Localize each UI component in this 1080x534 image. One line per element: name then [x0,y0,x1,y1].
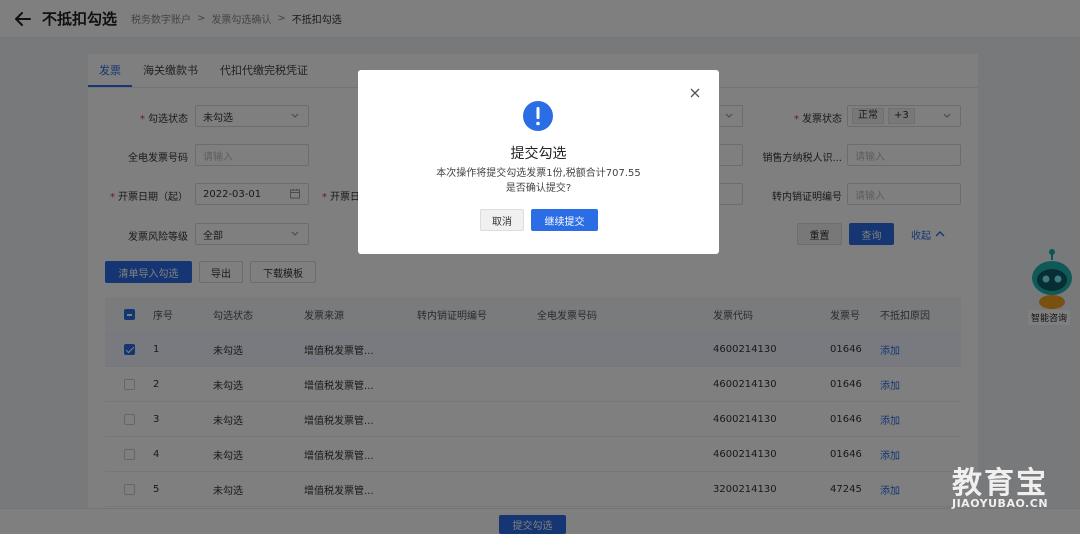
confirm-dialog: 提交勾选 本次操作将提交勾选发票1份,税额合计707.55 是否确认提交? 取消… [358,70,719,254]
continue-submit-button[interactable]: 继续提交 [531,209,598,231]
dialog-question: 是否确认提交? [505,183,572,194]
warning-icon [523,101,553,131]
watermark-url: JIAOYUBAO.CN [952,497,1049,510]
dialog-message: 本次操作将提交勾选发票1份,税额合计707.55 [436,168,641,179]
dialog-title: 提交勾选 [510,146,567,162]
close-icon[interactable] [689,87,701,99]
cancel-button[interactable]: 取消 [480,209,524,231]
watermark-logo: 教育宝 [952,466,1048,501]
